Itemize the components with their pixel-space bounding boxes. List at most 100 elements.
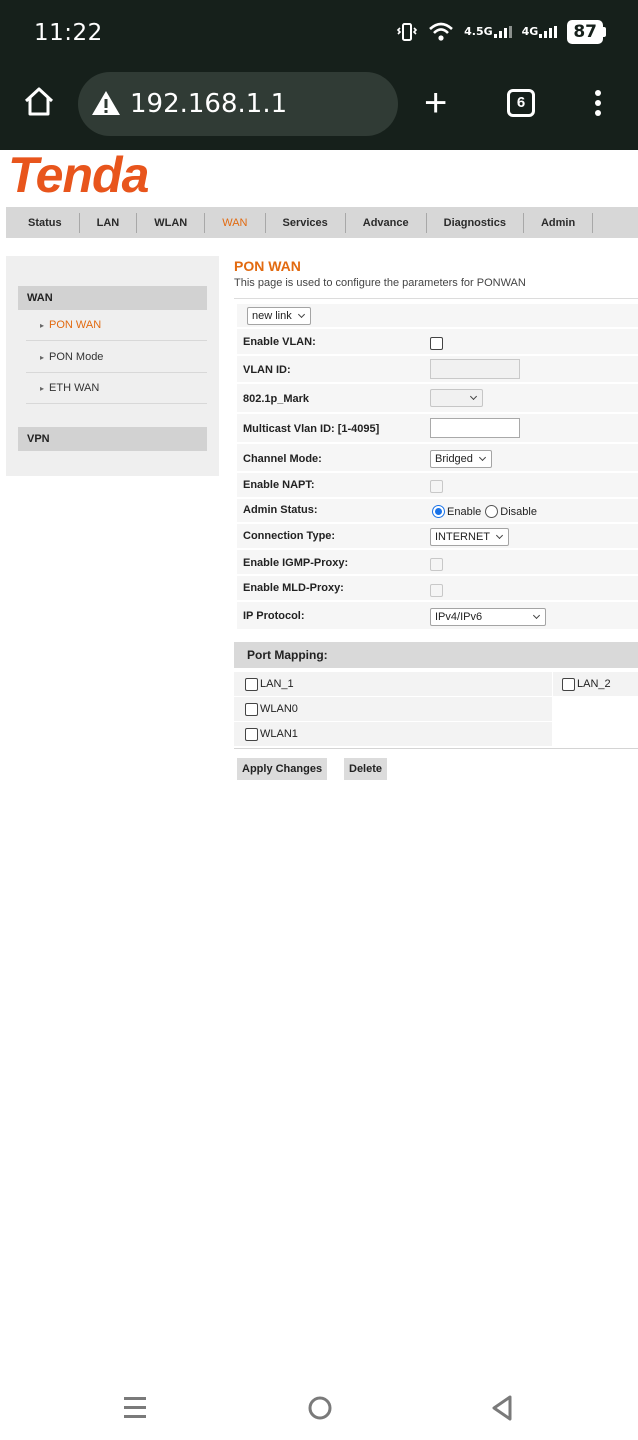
port-mapping-header: Port Mapping: <box>234 642 638 668</box>
wlan1-checkbox[interactable] <box>245 727 258 741</box>
delete-button[interactable]: Delete <box>344 758 388 780</box>
page-title: PON WAN <box>234 258 301 274</box>
nav-services[interactable]: Services <box>266 212 346 233</box>
port-label: WLAN1 <box>260 728 298 740</box>
connection-type-select[interactable]: INTERNET <box>430 528 509 546</box>
warning-icon[interactable] <box>90 89 122 117</box>
mld-proxy-label: Enable MLD-Proxy: <box>243 582 344 594</box>
sidebar-item-label: PON WAN <box>49 319 102 331</box>
battery-icon: 87 <box>567 20 606 44</box>
row-ip-protocol: IP Protocol: IPv4/IPv6 <box>237 602 638 630</box>
channel-mode-label: Channel Mode: <box>243 453 322 465</box>
status-bar: 11:22 4.5G 4G 87 <box>0 0 638 70</box>
wlan0-checkbox[interactable] <box>245 702 258 716</box>
ip-protocol-select[interactable]: IPv4/IPv6 <box>430 608 546 626</box>
mld-proxy-checkbox[interactable] <box>430 584 443 598</box>
home-circle-icon[interactable] <box>306 1394 334 1422</box>
plus-icon[interactable]: + <box>424 83 447 123</box>
sidebar-item-pon-wan[interactable]: ▸ PON WAN <box>26 310 207 341</box>
row-connection-type: Connection Type: INTERNET <box>237 524 638 549</box>
sidebar-item-label: PON Mode <box>49 351 104 363</box>
sidebar: WAN ▸ PON WAN ▸ PON Mode ▸ ETH WAN VPN <box>6 256 219 476</box>
vlan-id-label: VLAN ID: <box>243 364 291 376</box>
divider <box>234 748 638 749</box>
chevron-right-icon: ▸ <box>40 321 45 330</box>
row-enable-vlan: Enable VLAN: <box>237 329 638 355</box>
signal-1: 4.5G <box>464 26 512 38</box>
recent-apps-icon[interactable] <box>123 1394 147 1422</box>
vibrate-icon <box>396 23 418 41</box>
nav-status[interactable]: Status <box>6 212 80 233</box>
admin-disable-radio[interactable] <box>485 505 499 519</box>
nav-diagnostics[interactable]: Diagnostics <box>427 212 524 233</box>
network-type-label: 4.5G <box>464 25 493 38</box>
home-icon[interactable] <box>22 86 56 118</box>
port-label: WLAN0 <box>260 703 298 715</box>
more-vert-icon[interactable] <box>595 90 601 120</box>
row-admin-status: Admin Status: Enable Disable <box>237 499 638 523</box>
link-select[interactable]: new link <box>247 307 311 325</box>
enable-napt-checkbox[interactable] <box>430 480 443 494</box>
ip-protocol-label: IP Protocol: <box>243 610 305 622</box>
signal-bars-icon <box>539 26 558 38</box>
port-label: LAN_2 <box>577 678 611 690</box>
browser-toolbar: 192.168.1.1 + 6 <box>0 70 638 150</box>
row-vlan-id: VLAN ID: <box>237 356 638 383</box>
admin-status-label: Admin Status: <box>243 504 318 516</box>
mark-select[interactable] <box>430 389 483 407</box>
chevron-right-icon: ▸ <box>40 353 45 362</box>
admin-enable-label: Enable <box>447 505 482 518</box>
vlan-id-input[interactable] <box>430 359 520 379</box>
port-label: LAN_1 <box>260 678 294 690</box>
nav-wlan[interactable]: WLAN <box>137 212 206 233</box>
brand-text: Tenda <box>8 150 149 200</box>
chevron-right-icon: ▸ <box>40 384 45 393</box>
port-wlan1: WLAN1 <box>234 722 552 746</box>
port-wlan0: WLAN0 <box>234 697 552 721</box>
row-multicast-vlan: Multicast Vlan ID: [1-4095] <box>237 414 638 443</box>
system-navigation-bar <box>0 1380 638 1440</box>
mark-label: 802.1p_Mark <box>243 393 310 405</box>
multicast-vlan-label: Multicast Vlan ID: [1-4095] <box>243 423 380 435</box>
channel-mode-select[interactable]: Bridged <box>430 450 492 468</box>
address-bar[interactable]: 192.168.1.1 <box>78 72 398 136</box>
nav-wan[interactable]: WAN <box>205 212 266 233</box>
enable-vlan-checkbox[interactable] <box>430 337 443 351</box>
row-igmp-proxy: Enable IGMP-Proxy: <box>237 550 638 575</box>
lan2-checkbox[interactable] <box>562 677 575 691</box>
back-icon[interactable] <box>490 1394 514 1422</box>
igmp-proxy-checkbox[interactable] <box>430 558 443 572</box>
sidebar-item-eth-wan[interactable]: ▸ ETH WAN <box>26 373 207 404</box>
admin-enable-radio[interactable] <box>432 505 445 519</box>
signal-2: 4G <box>522 26 558 38</box>
nav-admin[interactable]: Admin <box>524 212 594 233</box>
port-lan2: LAN_2 <box>553 672 638 696</box>
multicast-vlan-input[interactable] <box>430 418 520 438</box>
enable-vlan-label: Enable VLAN: <box>243 336 316 348</box>
row-enable-napt: Enable NAPT: <box>237 473 638 498</box>
admin-disable-label: Disable <box>500 505 537 518</box>
connection-type-label: Connection Type: <box>243 530 336 542</box>
sidebar-section-wan[interactable]: WAN <box>18 286 207 310</box>
link-row: new link <box>237 304 638 328</box>
igmp-proxy-label: Enable IGMP-Proxy: <box>243 557 349 569</box>
divider <box>234 298 638 299</box>
sidebar-item-pon-mode[interactable]: ▸ PON Mode <box>26 342 207 373</box>
battery-level: 87 <box>567 20 603 44</box>
row-channel-mode: Channel Mode: Bridged <box>237 444 638 472</box>
nav-advance[interactable]: Advance <box>346 212 427 233</box>
wifi-icon <box>429 22 453 41</box>
signal-bars-icon <box>493 26 512 38</box>
nav-lan[interactable]: LAN <box>80 212 138 233</box>
main-nav: Status LAN WLAN WAN Services Advance Dia… <box>6 207 638 238</box>
url-text[interactable]: 192.168.1.1 <box>130 89 287 119</box>
row-8021p-mark: 802.1p_Mark <box>237 384 638 413</box>
sidebar-item-label: ETH WAN <box>49 382 100 394</box>
lan1-checkbox[interactable] <box>245 677 258 691</box>
apply-changes-button[interactable]: Apply Changes <box>237 758 328 780</box>
tabs-icon[interactable]: 6 <box>507 89 535 117</box>
clock: 11:22 <box>34 20 103 46</box>
enable-napt-label: Enable NAPT: <box>243 479 315 491</box>
sidebar-section-vpn[interactable]: VPN <box>18 427 207 451</box>
port-lan1: LAN_1 <box>234 672 552 696</box>
